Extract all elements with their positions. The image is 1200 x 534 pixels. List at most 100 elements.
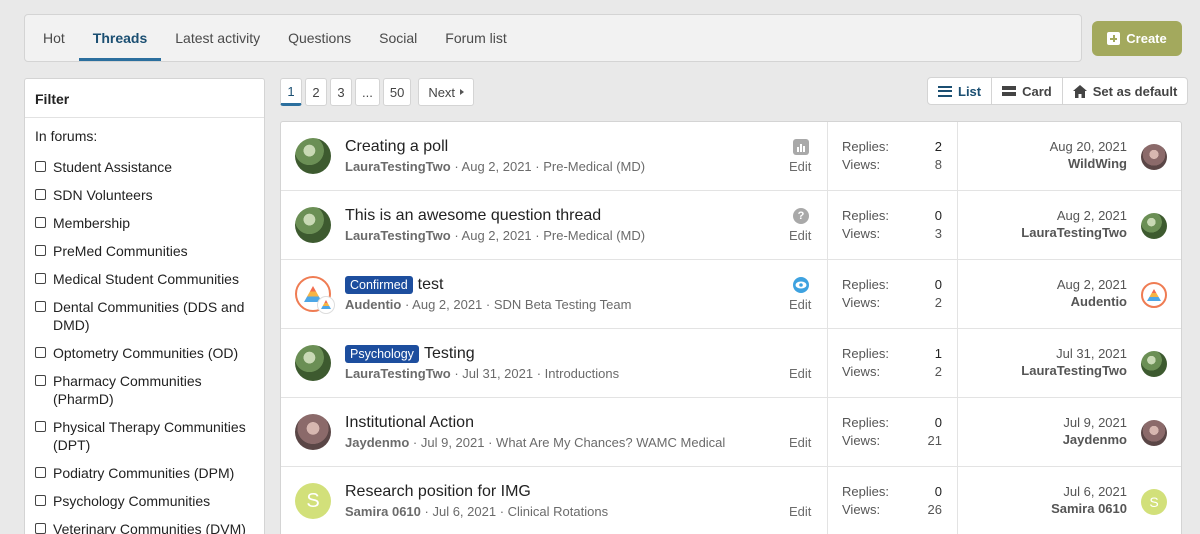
forum-filter-item[interactable]: Medical Student Communities <box>25 270 264 288</box>
forum-filter-item[interactable]: Optometry Communities (OD) <box>25 344 264 362</box>
last-post-user[interactable]: Samira 0610 <box>971 500 1127 517</box>
last-post-user[interactable]: Audentio <box>971 293 1127 310</box>
thread-author[interactable]: Audentio <box>345 297 401 312</box>
thread-forum[interactable]: SDN Beta Testing Team <box>494 297 632 312</box>
user-avatar[interactable] <box>295 345 331 381</box>
thread-title[interactable]: Confirmed test <box>345 276 443 294</box>
thread-author[interactable]: LauraTestingTwo <box>345 228 451 243</box>
last-post-date[interactable]: Jul 31, 2021 <box>971 345 1127 362</box>
forum-checkbox[interactable] <box>35 495 46 506</box>
tab-forum-list[interactable]: Forum list <box>431 15 520 61</box>
forum-filter-item[interactable]: Psychology Communities <box>25 492 264 510</box>
set-default-button[interactable]: Set as default <box>1063 78 1188 104</box>
thread-title-text[interactable]: This is an awesome question thread <box>345 207 601 225</box>
forum-checkbox[interactable] <box>35 375 46 386</box>
page-3-link[interactable]: 3 <box>330 78 352 106</box>
thread-prefix-label[interactable]: Psychology <box>345 345 419 363</box>
forum-checkbox[interactable] <box>35 347 46 358</box>
forum-checkbox[interactable] <box>35 523 46 534</box>
forum-checkbox[interactable] <box>35 217 46 228</box>
audentio-logo-avatar[interactable] <box>1141 282 1167 308</box>
page-50-link[interactable]: 50 <box>382 78 412 106</box>
thread-title-text[interactable]: Creating a poll <box>345 138 448 156</box>
thread-forum[interactable]: Clinical Rotations <box>508 504 608 519</box>
forum-checkbox[interactable] <box>35 273 46 284</box>
thread-title[interactable]: Creating a poll <box>345 138 448 156</box>
last-post-user[interactable]: LauraTestingTwo <box>971 224 1127 241</box>
letter-avatar[interactable]: S <box>1141 489 1167 515</box>
thread-title[interactable]: This is an awesome question thread <box>345 207 601 225</box>
forum-checkbox[interactable] <box>35 189 46 200</box>
edit-link[interactable]: Edit <box>789 159 811 174</box>
letter-avatar[interactable]: S <box>295 483 331 519</box>
forum-checkbox[interactable] <box>35 161 46 172</box>
forum-checkbox[interactable] <box>35 301 46 312</box>
edit-link[interactable]: Edit <box>789 228 811 243</box>
thread-date[interactable]: Jul 31, 2021 <box>462 366 533 381</box>
forum-filter-item[interactable]: Physical Therapy Communities (DPT) <box>25 418 264 454</box>
thread-author[interactable]: LauraTestingTwo <box>345 159 451 174</box>
thread-prefix-label[interactable]: Confirmed <box>345 276 413 294</box>
last-post-date[interactable]: Jul 6, 2021 <box>971 483 1127 500</box>
thread-forum[interactable]: Introductions <box>545 366 619 381</box>
thread-title-text[interactable]: Institutional Action <box>345 414 474 432</box>
forum-filter-item[interactable]: Veterinary Communities (DVM) <box>25 520 264 534</box>
last-post-user[interactable]: WildWing <box>971 155 1127 172</box>
forum-filter-item[interactable]: Student Assistance <box>25 158 264 176</box>
list-view-button[interactable]: List <box>928 78 993 104</box>
last-post-date[interactable]: Aug 2, 2021 <box>971 276 1127 293</box>
tab-hot[interactable]: Hot <box>29 15 79 61</box>
thread-title[interactable]: Institutional Action <box>345 414 474 432</box>
tab-latest-activity[interactable]: Latest activity <box>161 15 274 61</box>
thread-date[interactable]: Aug 2, 2021 <box>462 228 532 243</box>
thread-title[interactable]: Psychology Testing <box>345 345 475 363</box>
thread-forum[interactable]: Pre-Medical (MD) <box>543 228 645 243</box>
user-avatar[interactable] <box>1141 351 1167 377</box>
edit-link[interactable]: Edit <box>789 297 811 312</box>
forum-filter-item[interactable]: Pharmacy Communities (PharmD) <box>25 372 264 408</box>
thread-forum[interactable]: Pre-Medical (MD) <box>543 159 645 174</box>
tab-questions[interactable]: Questions <box>274 15 365 61</box>
thread-title-text[interactable]: Testing <box>424 345 475 363</box>
last-post-user[interactable]: Jaydenmo <box>971 431 1127 448</box>
thread-date[interactable]: Aug 2, 2021 <box>462 159 532 174</box>
tab-threads[interactable]: Threads <box>78 15 162 61</box>
user-avatar[interactable] <box>1141 420 1167 446</box>
thread-date[interactable]: Jul 9, 2021 <box>421 435 485 450</box>
forum-filter-item[interactable]: SDN Volunteers <box>25 186 264 204</box>
user-avatar[interactable] <box>295 414 331 450</box>
edit-link[interactable]: Edit <box>789 504 811 519</box>
page-2-link[interactable]: 2 <box>305 78 327 106</box>
create-button[interactable]: Create <box>1092 21 1182 56</box>
thread-date[interactable]: Aug 2, 2021 <box>412 297 482 312</box>
page-1-link[interactable]: 1 <box>280 78 302 106</box>
user-avatar[interactable] <box>295 138 331 174</box>
user-avatar[interactable] <box>295 207 331 243</box>
thread-author[interactable]: Jaydenmo <box>345 435 409 450</box>
thread-title-text[interactable]: Research position for IMG <box>345 483 531 501</box>
last-post-user[interactable]: LauraTestingTwo <box>971 362 1127 379</box>
edit-link[interactable]: Edit <box>789 366 811 381</box>
forum-checkbox[interactable] <box>35 421 46 432</box>
thread-title[interactable]: Research position for IMG <box>345 483 531 501</box>
forum-filter-item[interactable]: Podiatry Communities (DPM) <box>25 464 264 482</box>
thread-forum[interactable]: What Are My Chances? WAMC Medical <box>496 435 725 450</box>
forum-filter-item[interactable]: Dental Communities (DDS and DMD) <box>25 298 264 334</box>
thread-title-text[interactable]: test <box>418 276 444 294</box>
last-post-date[interactable]: Jul 9, 2021 <box>971 414 1127 431</box>
forum-filter-item[interactable]: Membership <box>25 214 264 232</box>
last-post-date[interactable]: Aug 20, 2021 <box>971 138 1127 155</box>
page-ellipsis[interactable]: ... <box>355 78 380 106</box>
user-avatar[interactable] <box>1141 144 1167 170</box>
forum-checkbox[interactable] <box>35 245 46 256</box>
thread-author[interactable]: Samira 0610 <box>345 504 421 519</box>
edit-link[interactable]: Edit <box>789 435 811 450</box>
forum-checkbox[interactable] <box>35 467 46 478</box>
forum-filter-item[interactable]: PreMed Communities <box>25 242 264 260</box>
next-page-button[interactable]: Next <box>418 78 475 106</box>
tab-social[interactable]: Social <box>365 15 431 61</box>
user-avatar[interactable] <box>1141 213 1167 239</box>
card-view-button[interactable]: Card <box>992 78 1063 104</box>
thread-date[interactable]: Jul 6, 2021 <box>432 504 496 519</box>
last-post-date[interactable]: Aug 2, 2021 <box>971 207 1127 224</box>
